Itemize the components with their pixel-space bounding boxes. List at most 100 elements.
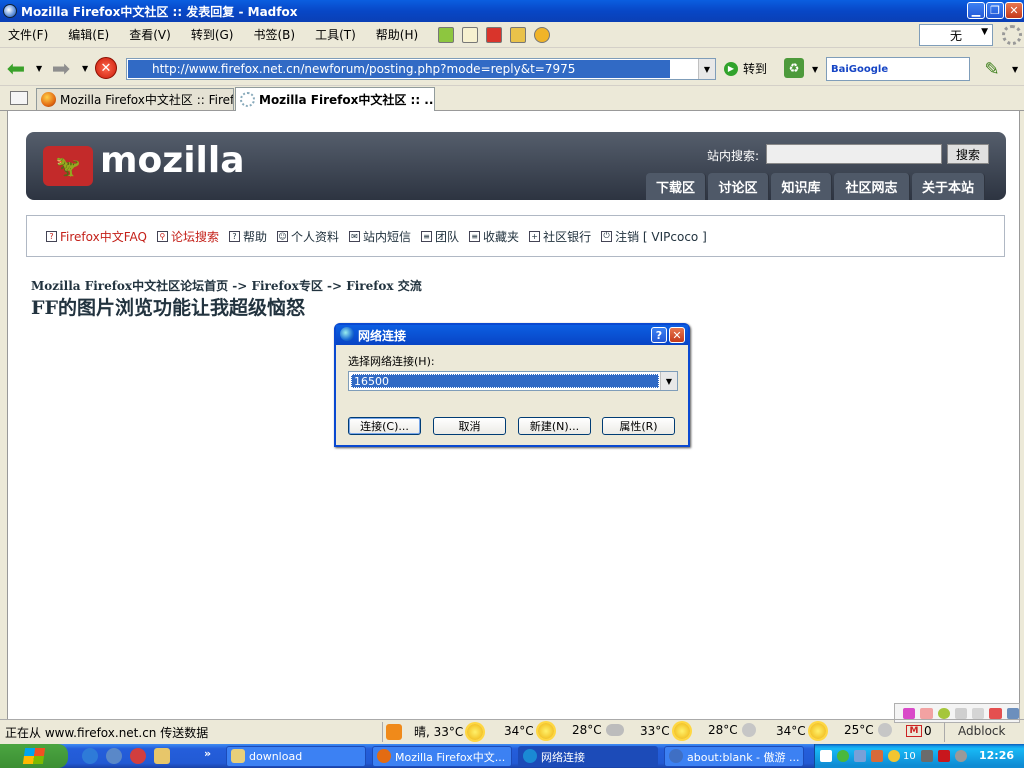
chevron-down-icon[interactable]: ▼ bbox=[660, 372, 677, 390]
quicklaunch-browser-icon[interactable] bbox=[82, 748, 98, 764]
site-logo-text[interactable]: mozilla bbox=[100, 140, 245, 181]
forward-button[interactable]: ➡ bbox=[48, 56, 74, 82]
close-window-button[interactable]: ✕ bbox=[1005, 2, 1023, 19]
addon-1-icon[interactable] bbox=[903, 707, 916, 719]
zoom-select[interactable]: 无 ▼ bbox=[919, 24, 993, 46]
weather-day-2[interactable]: 34°C bbox=[504, 723, 554, 739]
banner-tab-discuss[interactable]: 讨论区 bbox=[708, 173, 769, 200]
url-history-dropdown[interactable]: ▼ bbox=[698, 59, 715, 79]
bookmark-tool-icon[interactable] bbox=[486, 26, 503, 43]
clock[interactable]: 12:26 bbox=[979, 749, 1014, 762]
tray-network-icon[interactable] bbox=[854, 750, 866, 762]
breadcrumb[interactable]: Mozilla Firefox中文社区论坛首页 -> Firefox专区 -> … bbox=[31, 277, 422, 294]
team-link[interactable]: ≡ 团队 bbox=[421, 228, 459, 245]
tray-java-icon[interactable] bbox=[871, 750, 883, 762]
new-connection-button[interactable]: 新建(N)... bbox=[518, 417, 591, 435]
dialog-help-button[interactable]: ? bbox=[651, 327, 667, 343]
banner-tab-blog[interactable]: 社区网志 bbox=[834, 173, 910, 200]
rss-icon[interactable] bbox=[386, 724, 402, 740]
menu-go[interactable]: 转到(G) bbox=[191, 26, 234, 43]
gmail-notifier[interactable]: M0 bbox=[906, 724, 932, 738]
properties-button[interactable]: 属性(R) bbox=[602, 417, 675, 435]
cancel-button[interactable]: 取消 bbox=[433, 417, 506, 435]
start-button[interactable] bbox=[0, 744, 68, 768]
dialog-title-bar[interactable]: 网络连接 ? ✕ bbox=[336, 325, 688, 345]
extension-4-icon[interactable] bbox=[510, 26, 527, 43]
help-link[interactable]: ? 帮助 bbox=[228, 228, 267, 245]
weather-day-5[interactable]: 28°C bbox=[708, 723, 756, 737]
recycle-dropdown[interactable]: ▼ bbox=[812, 65, 818, 74]
minimize-button[interactable]: ▁ bbox=[967, 2, 985, 19]
weather-day-6[interactable]: 34°C bbox=[776, 723, 826, 739]
task-maxthon[interactable]: about:blank - 傲游 ... bbox=[664, 746, 804, 767]
forum-search-link[interactable]: ⚲ 论坛搜索 bbox=[156, 228, 219, 245]
tray-k-icon[interactable] bbox=[937, 750, 950, 762]
dialog-close-button[interactable]: ✕ bbox=[669, 327, 685, 343]
notepad-icon[interactable] bbox=[462, 26, 479, 43]
tab-firefox-forum-2[interactable]: Mozilla Firefox中文社区 :: ... bbox=[235, 87, 435, 111]
go-button[interactable]: ▶ 转到 bbox=[724, 60, 767, 77]
addon-3-icon[interactable] bbox=[937, 707, 950, 719]
addon-4-icon[interactable] bbox=[954, 707, 968, 719]
mozilla-dinosaur-icon[interactable]: 🦖 bbox=[43, 146, 93, 186]
tray-mascot-icon[interactable] bbox=[920, 750, 933, 762]
weather-day-4[interactable]: 33°C bbox=[640, 723, 690, 739]
faq-link[interactable]: ? Firefox中文FAQ bbox=[46, 228, 147, 245]
task-network-connection[interactable]: 网络连接 bbox=[518, 746, 658, 767]
task-firefox[interactable]: Mozilla Firefox中文... bbox=[372, 746, 512, 767]
url-text[interactable]: http://www.firefox.net.cn/newforum/posti… bbox=[128, 60, 670, 78]
quicklaunch-player-icon[interactable] bbox=[130, 748, 146, 764]
tray-green-icon[interactable] bbox=[837, 750, 849, 762]
quicklaunch-folder-icon[interactable] bbox=[154, 748, 170, 764]
page-title[interactable]: FF的图片浏览功能让我超级恼怒 bbox=[31, 293, 305, 320]
quicklaunch-maxthon-icon[interactable] bbox=[106, 748, 122, 764]
messages-link[interactable]: ✉ 站内短信 bbox=[349, 228, 411, 245]
bank-link[interactable]: + 社区银行 bbox=[529, 228, 591, 245]
adblock-button[interactable]: Adblock bbox=[958, 724, 1005, 738]
recycle-icon[interactable]: ♻ bbox=[784, 58, 804, 78]
forward-history-dropdown[interactable]: ▼ bbox=[82, 64, 88, 73]
task-download[interactable]: download bbox=[226, 746, 366, 767]
menu-file[interactable]: 文件(F) bbox=[8, 26, 48, 43]
tray-volume-icon[interactable] bbox=[954, 750, 967, 762]
menu-view[interactable]: 查看(V) bbox=[129, 26, 171, 43]
addon-2-icon[interactable] bbox=[920, 707, 933, 719]
connect-button[interactable]: 连接(C)... bbox=[348, 417, 421, 435]
favorites-link[interactable]: ≡ 收藏夹 bbox=[469, 228, 519, 245]
sidebar-grip[interactable] bbox=[0, 348, 4, 458]
back-button[interactable]: ⬅ bbox=[3, 56, 29, 82]
smiley-icon[interactable] bbox=[534, 26, 551, 43]
addon-5-icon[interactable] bbox=[972, 707, 985, 719]
addon-7-icon[interactable] bbox=[1006, 707, 1019, 719]
banner-tab-knowledge[interactable]: 知识库 bbox=[771, 173, 832, 200]
banner-tab-download[interactable]: 下载区 bbox=[646, 173, 706, 200]
banner-tab-about[interactable]: 关于本站 bbox=[912, 173, 985, 200]
menu-help[interactable]: 帮助(H) bbox=[376, 26, 418, 43]
tray-arrow-icon[interactable] bbox=[820, 750, 832, 762]
menu-tools[interactable]: 工具(T) bbox=[315, 26, 356, 43]
site-search-input[interactable] bbox=[766, 144, 942, 164]
quicklaunch-more[interactable]: » bbox=[204, 747, 211, 760]
url-bar[interactable]: http://www.firefox.net.cn/newforum/posti… bbox=[126, 58, 716, 80]
search-engine-box[interactable]: BaiGoogle bbox=[826, 57, 970, 81]
weather-today[interactable]: 晴, 33°C bbox=[414, 723, 484, 740]
profile-link[interactable]: ☺ 个人资料 bbox=[277, 228, 339, 245]
menu-edit[interactable]: 编辑(E) bbox=[68, 26, 109, 43]
logout-link[interactable]: ⏻ 注销 [ VIPcoco ] bbox=[601, 228, 707, 245]
pen-dropdown[interactable]: ▼ bbox=[1012, 65, 1018, 74]
weather-day-3[interactable]: 28°C bbox=[572, 723, 624, 737]
menu-bookmarks[interactable]: 书签(B) bbox=[253, 26, 295, 43]
pen-icon[interactable]: ✎ bbox=[980, 57, 1004, 81]
tab-firefox-forum-1[interactable]: Mozilla Firefox中文社区 :: Firef... bbox=[36, 88, 234, 110]
connection-select[interactable]: 16500 ▼ bbox=[348, 371, 678, 391]
weather-day-7[interactable]: 25°C bbox=[844, 723, 892, 737]
extension-1-icon[interactable] bbox=[438, 26, 455, 43]
maximize-button[interactable]: ❐ bbox=[986, 2, 1004, 19]
tray-badge[interactable]: 10 bbox=[903, 751, 916, 762]
back-history-dropdown[interactable]: ▼ bbox=[36, 64, 42, 73]
site-search-button[interactable]: 搜索 bbox=[947, 144, 989, 164]
stop-button[interactable]: ✕ bbox=[95, 57, 117, 79]
addon-6-icon[interactable] bbox=[989, 707, 1002, 719]
new-tab-button[interactable] bbox=[10, 91, 28, 105]
tray-sun-icon[interactable] bbox=[888, 750, 900, 762]
